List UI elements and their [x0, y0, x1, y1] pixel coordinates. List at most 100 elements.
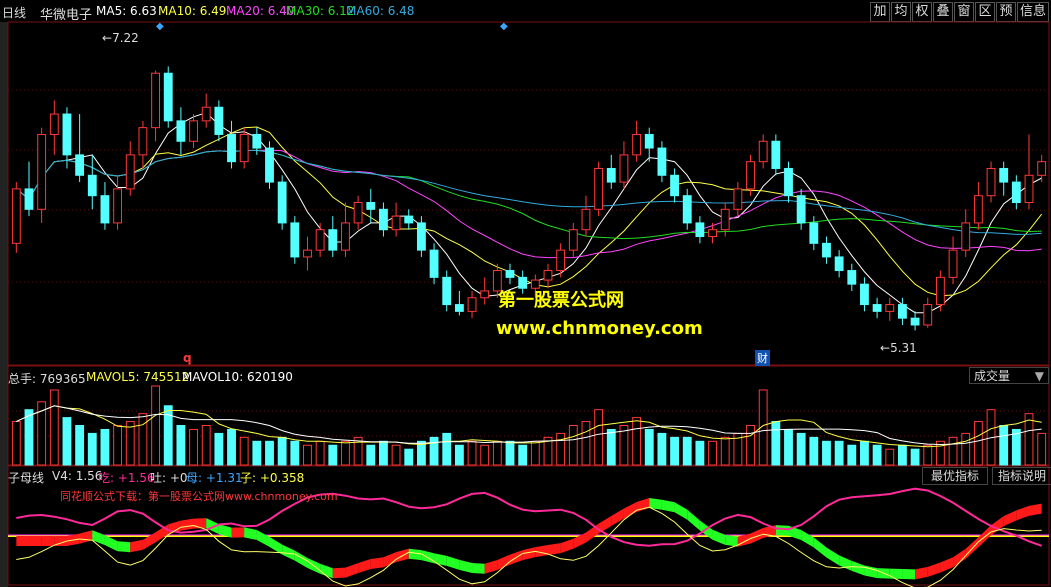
- candle-body: [973, 195, 983, 224]
- volume-bar: [492, 440, 502, 466]
- candle-body: [999, 167, 1009, 183]
- volume-bar: [265, 440, 274, 466]
- volume-bar: [290, 440, 300, 466]
- candle-body: [49, 113, 59, 135]
- indicator-ribbon-band: [256, 529, 270, 547]
- volume-bar: [277, 436, 287, 466]
- candle-body: [657, 147, 667, 176]
- candle-body: [138, 127, 148, 156]
- mavol10-label: MAVOL10: 620190: [182, 370, 293, 384]
- volume-indicator-select[interactable]: 成交量 ▼: [969, 367, 1049, 384]
- indicator-ribbon-band: [560, 538, 574, 554]
- candle-body: [771, 140, 781, 169]
- volume-bar: [568, 425, 578, 466]
- volume-bar: [999, 425, 1009, 466]
- indicator-ribbon-band: [358, 558, 371, 574]
- volume-bar: [847, 444, 857, 466]
- candle-body: [556, 249, 566, 272]
- candle-body: [986, 167, 996, 197]
- volume-bar: [201, 425, 211, 466]
- volume-bar: [454, 444, 464, 466]
- volume-bar: [1037, 432, 1047, 466]
- volume-bar: [948, 436, 958, 466]
- candle-body: [505, 270, 515, 278]
- volume-bar: [11, 421, 21, 466]
- volume-bar: [87, 432, 97, 466]
- candle-body: [606, 167, 616, 183]
- high-price-marker: ←7.22: [102, 31, 139, 45]
- candle-body: [619, 154, 629, 183]
- chevron-down-icon: ▼: [1034, 369, 1044, 383]
- watermark-url: www.chnmoney.com: [496, 318, 703, 339]
- candle-body: [416, 222, 426, 251]
- volume-bar: [657, 432, 667, 466]
- indicator-ribbon-band: [408, 548, 422, 561]
- volume-bar: [366, 444, 376, 466]
- volume-bar: [898, 444, 907, 466]
- indicator-tu: 吐: +0: [150, 471, 188, 485]
- candle-body: [872, 304, 882, 312]
- candle-body: [961, 222, 971, 251]
- indicator-mu: 母: +1.31: [186, 471, 243, 485]
- candle-body: [784, 167, 793, 197]
- candle-body: [328, 229, 338, 251]
- indicator-zi: 子: +0.358: [240, 471, 305, 485]
- event-diamond-icon[interactable]: ◆: [156, 21, 164, 32]
- indicator-ribbon-band: [813, 537, 827, 558]
- candle-body: [379, 208, 388, 231]
- indicator-ribbon-band: [130, 539, 143, 553]
- indicator-v4: V4: 1.56: [52, 469, 103, 483]
- event-marker-q[interactable]: q: [183, 351, 192, 365]
- indicator-explain-button[interactable]: 指标说明: [992, 467, 1051, 485]
- candle-body: [252, 133, 262, 149]
- volume-bar: [872, 444, 882, 466]
- volume-bar: [530, 440, 540, 466]
- volume-bar: [910, 448, 920, 466]
- candle-body: [910, 317, 920, 326]
- indicator-ribbon-band: [547, 543, 561, 555]
- indicator-ribbon-band: [434, 553, 447, 566]
- finance-event-marker[interactable]: 财: [755, 350, 770, 366]
- volume-bar: [467, 440, 477, 466]
- indicator-name[interactable]: 子母线: [8, 469, 44, 486]
- candle-body: [568, 229, 578, 251]
- indicator-ribbon-band: [244, 527, 257, 540]
- volume-bar: [189, 428, 198, 466]
- volume-bar: [885, 448, 895, 466]
- candle-body: [303, 249, 312, 258]
- mavol5-label: MAVOL5: 745512: [86, 370, 190, 384]
- volume-bar: [518, 444, 528, 466]
- candle-body: [454, 304, 464, 312]
- candle-body: [708, 229, 717, 238]
- indicator-yellow-line: [16, 506, 1042, 587]
- indicator-ribbon-band: [16, 536, 29, 546]
- volume-bar: [834, 440, 844, 466]
- indicator-ribbon-band: [472, 562, 485, 574]
- indicator-ribbon-band: [687, 509, 700, 531]
- volume-bar: [784, 428, 793, 466]
- volume-bar: [429, 436, 439, 466]
- indicator-ribbon-band: [611, 508, 624, 526]
- volume-bar: [505, 440, 515, 466]
- best-indicator-button[interactable]: 最优指标: [922, 467, 988, 485]
- indicator-ribbon-band: [750, 527, 764, 544]
- indicator-ribbon-band: [915, 566, 928, 580]
- volume-bar: [809, 436, 819, 466]
- volume-bar: [176, 425, 186, 466]
- indicator-ribbon-band: [902, 569, 916, 580]
- volume-bar: [746, 425, 755, 466]
- indicator-ribbon-band: [79, 530, 93, 544]
- candle-body: [100, 195, 110, 224]
- candle-body: [391, 215, 401, 231]
- candle-body: [632, 133, 642, 156]
- indicator-ribbon-band: [28, 536, 42, 546]
- volume-select-label: 成交量: [974, 369, 1011, 383]
- indicator-ribbon-band: [104, 535, 118, 552]
- indicator-ribbon-band: [231, 527, 245, 538]
- candle-body: [682, 195, 692, 224]
- candle-body: [885, 304, 895, 312]
- volume-bar: [49, 389, 59, 466]
- indicator-ribbon-band: [725, 534, 738, 547]
- candle-body: [189, 120, 198, 142]
- event-diamond-icon[interactable]: ◆: [500, 21, 508, 32]
